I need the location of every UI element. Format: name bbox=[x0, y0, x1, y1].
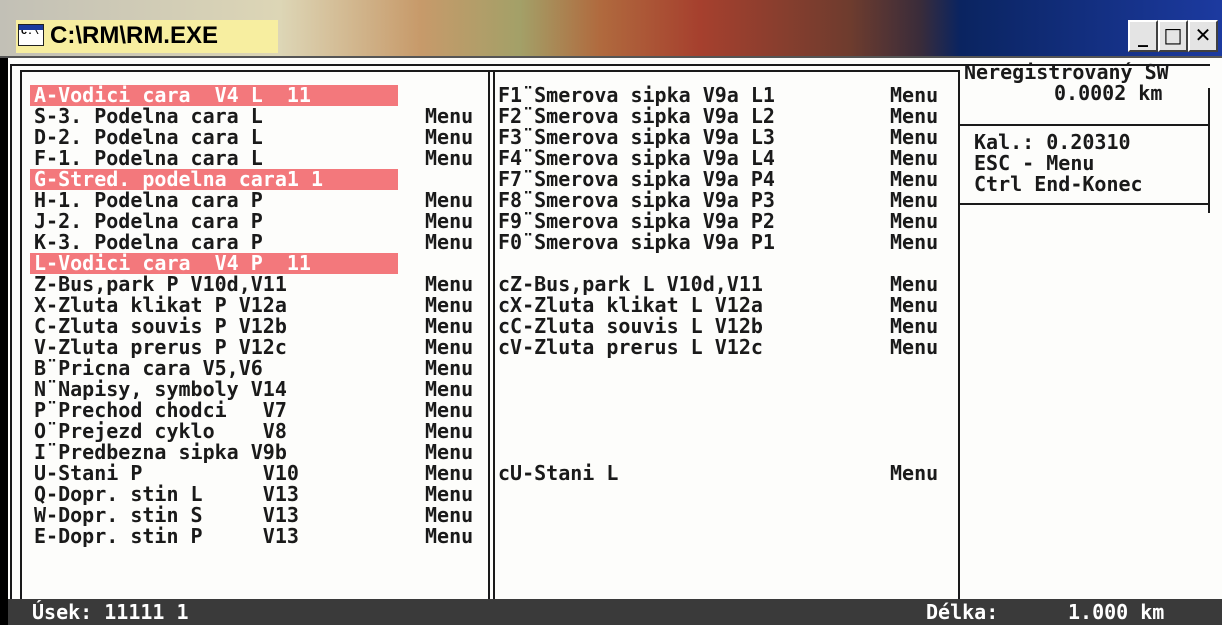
console-app-icon[interactable]: C:\ bbox=[18, 24, 44, 46]
menu-item-f0-smerova-sipka[interactable]: F0¨Smerova sipka V9a P1 bbox=[498, 232, 775, 253]
menu-link[interactable]: Menu bbox=[425, 232, 473, 253]
title-bar[interactable]: C:\ C:\RM\RM.EXE _ □ ✕ bbox=[0, 0, 1222, 58]
menu-link[interactable]: Menu bbox=[425, 379, 473, 400]
menu-item-e-dopr-stin-p[interactable]: E-Dopr. stin P V13 bbox=[34, 526, 299, 547]
menu-item-p-prechod-chodci[interactable]: P¨Prechod chodci V7 bbox=[34, 400, 287, 421]
menu-item-u-stani-p[interactable]: U-Stani P V10 bbox=[34, 463, 299, 484]
menu-link[interactable]: Menu bbox=[890, 463, 938, 484]
close-button[interactable]: ✕ bbox=[1188, 20, 1218, 52]
window-title: C:\RM\RM.EXE bbox=[50, 22, 218, 49]
menu-link[interactable]: Menu bbox=[425, 106, 473, 127]
esc-menu-hint: ESC - Menu bbox=[974, 151, 1095, 175]
right-separator-2 bbox=[960, 203, 1210, 205]
menu-link[interactable]: Menu bbox=[425, 337, 473, 358]
menu-link[interactable]: Menu bbox=[425, 526, 473, 547]
frame-top-middle bbox=[494, 70, 958, 72]
title-area: C:\ C:\RM\RM.EXE bbox=[16, 20, 278, 53]
menu-link[interactable]: Menu bbox=[890, 274, 938, 295]
divider-left-middle-b bbox=[493, 70, 495, 599]
menu-link[interactable]: Menu bbox=[425, 148, 473, 169]
menu-link[interactable]: Menu bbox=[890, 169, 938, 190]
menu-item-cu-stani-l[interactable]: cU-Stani L bbox=[498, 463, 618, 484]
segment-status: Úsek: 11111 1 bbox=[32, 600, 189, 624]
length-value: 1.000 km bbox=[1068, 600, 1165, 624]
menu-link[interactable]: Menu bbox=[890, 232, 938, 253]
menu-link[interactable]: Menu bbox=[890, 337, 938, 358]
menu-item-j-podelna-2-p[interactable]: J-2. Podelna cara P bbox=[34, 211, 263, 232]
menu-item-w-dopr-stin-s[interactable]: W-Dopr. stin S V13 bbox=[34, 505, 299, 526]
menu-link[interactable]: Menu bbox=[425, 400, 473, 421]
menu-item-f1-smerova-sipka[interactable]: F1¨Smerova sipka V9a L1 bbox=[498, 85, 775, 106]
menu-item-b-pricna-cara[interactable]: B¨Pricna cara V5,V6 bbox=[34, 358, 263, 379]
menu-link[interactable]: Menu bbox=[425, 484, 473, 505]
menu-link[interactable]: Menu bbox=[890, 316, 938, 337]
menu-item-v-zluta-prerus-p[interactable]: V-Zluta prerus P V12c bbox=[34, 337, 287, 358]
menu-link[interactable]: Menu bbox=[425, 127, 473, 148]
menu-item-l-vodici-cara-p[interactable]: L-Vodici cara V4 P 11 bbox=[30, 253, 398, 274]
menu-item-f8-smerova-sipka[interactable]: F8¨Smerova sipka V9a P3 bbox=[498, 190, 775, 211]
app-icon-bar bbox=[19, 25, 43, 30]
menu-item-f7-smerova-sipka[interactable]: F7¨Smerova sipka V9a P4 bbox=[498, 169, 775, 190]
ctrl-end-hint: Ctrl End-Konec bbox=[974, 172, 1143, 196]
menu-item-cv-zluta-prerus-l[interactable]: cV-Zluta prerus L V12c bbox=[498, 337, 763, 358]
frame-right-top bbox=[1208, 88, 1210, 213]
menu-item-x-zluta-klikat-p[interactable]: X-Zluta klikat P V12a bbox=[34, 295, 287, 316]
menu-item-a-vodici-cara-l[interactable]: A-Vodici cara V4 L 11 bbox=[30, 85, 398, 106]
menu-item-cc-zluta-souvis-l[interactable]: cC-Zluta souvis L V12b bbox=[498, 316, 763, 337]
menu-item-f4-smerova-sipka[interactable]: F4¨Smerova sipka V9a L4 bbox=[498, 148, 775, 169]
divider-left-middle-a bbox=[488, 70, 490, 599]
menu-link[interactable]: Menu bbox=[425, 442, 473, 463]
menu-item-f2-smerova-sipka[interactable]: F2¨Smerova sipka V9a L2 bbox=[498, 106, 775, 127]
menu-item-c-zluta-souvis-p[interactable]: C-Zluta souvis P V12b bbox=[34, 316, 287, 337]
frame-left-inner bbox=[20, 70, 22, 599]
menu-item-f-podelna-1-l[interactable]: F-1. Podelna cara L bbox=[34, 148, 263, 169]
menu-link[interactable]: Menu bbox=[425, 421, 473, 442]
menu-link[interactable]: Menu bbox=[890, 106, 938, 127]
menu-item-k-podelna-3-p[interactable]: K-3. Podelna cara P bbox=[34, 232, 263, 253]
menu-link[interactable]: Menu bbox=[890, 211, 938, 232]
right-separator-1 bbox=[960, 124, 1210, 126]
menu-link[interactable]: Menu bbox=[425, 274, 473, 295]
menu-item-q-dopr-stin-l[interactable]: Q-Dopr. stin L V13 bbox=[34, 484, 299, 505]
calibration-value: Kal.: 0.20310 bbox=[974, 130, 1131, 154]
menu-link[interactable]: Menu bbox=[425, 463, 473, 484]
length-label: Délka: bbox=[926, 600, 999, 624]
menu-link[interactable]: Menu bbox=[890, 295, 938, 316]
menu-item-s-podelna-3-l[interactable]: S-3. Podelna cara L bbox=[34, 106, 263, 127]
divider-middle-right bbox=[958, 70, 960, 599]
menu-item-d-podelna-2-l[interactable]: D-2. Podelna cara L bbox=[34, 127, 263, 148]
status-bar: Úsek: 11111 1 Délka: 1.000 km bbox=[8, 599, 1222, 625]
menu-item-n-napisy-symboly[interactable]: N¨Napisy, symboly V14 bbox=[34, 379, 287, 400]
menu-link[interactable]: Menu bbox=[425, 211, 473, 232]
menu-link[interactable]: Menu bbox=[890, 127, 938, 148]
menu-item-i-predbezna-sipka[interactable]: I¨Predbezna sipka V9b bbox=[34, 442, 287, 463]
console-window[interactable]: A-Vodici cara V4 L 11 S-3. Podelna cara … bbox=[8, 58, 1222, 625]
frame-left-outer bbox=[10, 64, 12, 599]
menu-item-o-prejezd-cyklo[interactable]: O¨Prejezd cyklo V8 bbox=[34, 421, 287, 442]
maximize-button[interactable]: □ bbox=[1158, 20, 1188, 52]
menu-item-h-podelna-1-p[interactable]: H-1. Podelna cara P bbox=[34, 190, 263, 211]
menu-link[interactable]: Menu bbox=[425, 316, 473, 337]
menu-link[interactable]: Menu bbox=[425, 295, 473, 316]
menu-link[interactable]: Menu bbox=[890, 190, 938, 211]
minimize-button[interactable]: _ bbox=[1128, 20, 1158, 52]
menu-link[interactable]: Menu bbox=[425, 190, 473, 211]
menu-link[interactable]: Menu bbox=[890, 85, 938, 106]
menu-item-f3-smerova-sipka[interactable]: F3¨Smerova sipka V9a L3 bbox=[498, 127, 775, 148]
frame-top-left bbox=[22, 70, 494, 72]
menu-item-g-stred-podelna[interactable]: G-Stred. podelna cara1 1 bbox=[30, 169, 398, 190]
menu-item-cx-zluta-klikat-l[interactable]: cX-Zluta klikat L V12a bbox=[498, 295, 763, 316]
distance-readout: 0.0002 km bbox=[1054, 81, 1163, 105]
menu-item-z-bus-park-p[interactable]: Z-Bus,park P V10d,V11 bbox=[34, 274, 287, 295]
menu-link[interactable]: Menu bbox=[425, 505, 473, 526]
menu-item-f9-smerova-sipka[interactable]: F9¨Smerova sipka V9a P2 bbox=[498, 211, 775, 232]
menu-item-cz-bus-park-l[interactable]: cZ-Bus,park L V10d,V11 bbox=[498, 274, 763, 295]
menu-link[interactable]: Menu bbox=[890, 148, 938, 169]
menu-link[interactable]: Menu bbox=[425, 358, 473, 379]
registration-status: Neregistrovaný SW bbox=[964, 60, 1169, 84]
